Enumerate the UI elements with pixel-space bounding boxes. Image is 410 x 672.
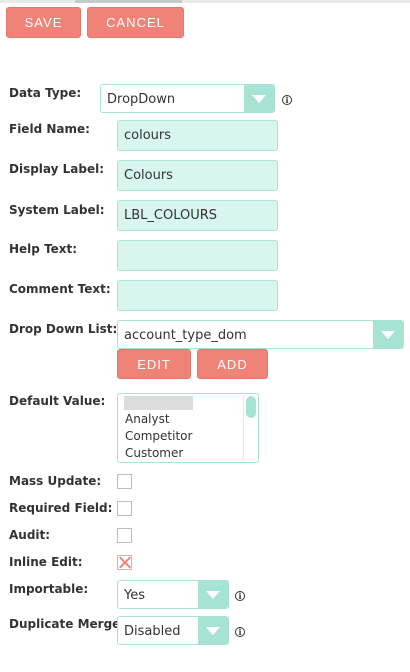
info-icon[interactable]: i [235,627,245,637]
display-label-label: Display Label: [9,162,105,176]
default-value-listbox[interactable]: Analyst Competitor Customer [117,393,259,463]
mass-update-checkbox[interactable] [117,474,132,489]
drop-down-list-select[interactable]: account_type_dom [117,320,404,349]
inline-edit-label: Inline Edit: [9,555,83,569]
drop-down-list-label: Drop Down List: [9,322,118,336]
duplicate-merge-select[interactable]: Disabled [117,616,229,645]
add-dropdown-button[interactable]: ADD [197,349,268,379]
list-item[interactable]: Customer [118,445,258,462]
info-icon[interactable]: i [282,95,292,105]
data-type-label: Data Type: [9,86,82,100]
data-type-select[interactable]: DropDown [100,84,275,113]
top-border [0,0,410,3]
comment-text-input[interactable] [117,280,278,311]
info-icon[interactable]: i [235,591,245,601]
list-item[interactable]: Competitor [118,428,258,445]
importable-label: Importable: [9,582,89,596]
default-value-label: Default Value: [9,394,106,408]
help-text-label: Help Text: [9,242,78,256]
chevron-down-icon[interactable] [373,321,403,348]
comment-text-label: Comment Text: [9,282,111,296]
edit-dropdown-button[interactable]: EDIT [117,349,191,379]
save-button[interactable]: SAVE [6,7,81,38]
duplicate-merge-label: Duplicate Merge: [9,617,126,631]
importable-select[interactable]: Yes [117,580,229,609]
list-item[interactable] [124,396,193,410]
duplicate-merge-value: Disabled [124,624,181,639]
chevron-down-icon[interactable] [198,581,228,608]
required-field-checkbox[interactable] [117,501,132,516]
required-field-label: Required Field: [9,501,113,515]
listbox-scroll-thumb[interactable] [246,396,256,418]
field-name-input[interactable]: colours [117,120,278,151]
mass-update-label: Mass Update: [9,474,102,488]
chevron-down-icon[interactable] [244,85,274,112]
display-label-input[interactable]: Colours [117,160,278,191]
system-label-input[interactable]: LBL_COLOURS [117,200,278,231]
help-text-input[interactable] [117,240,278,271]
active-tab-indicator [75,0,182,3]
inline-edit-checkbox[interactable] [117,555,132,570]
importable-value: Yes [124,588,145,603]
data-type-value: DropDown [107,92,176,107]
chevron-down-icon[interactable] [198,617,228,644]
audit-label: Audit: [9,528,51,542]
audit-checkbox[interactable] [117,528,132,543]
system-label-label: System Label: [9,203,105,217]
drop-down-list-value: account_type_dom [124,328,247,343]
field-name-label: Field Name: [9,122,90,136]
list-item[interactable]: Analyst [118,411,258,428]
cancel-button[interactable]: CANCEL [87,7,184,38]
